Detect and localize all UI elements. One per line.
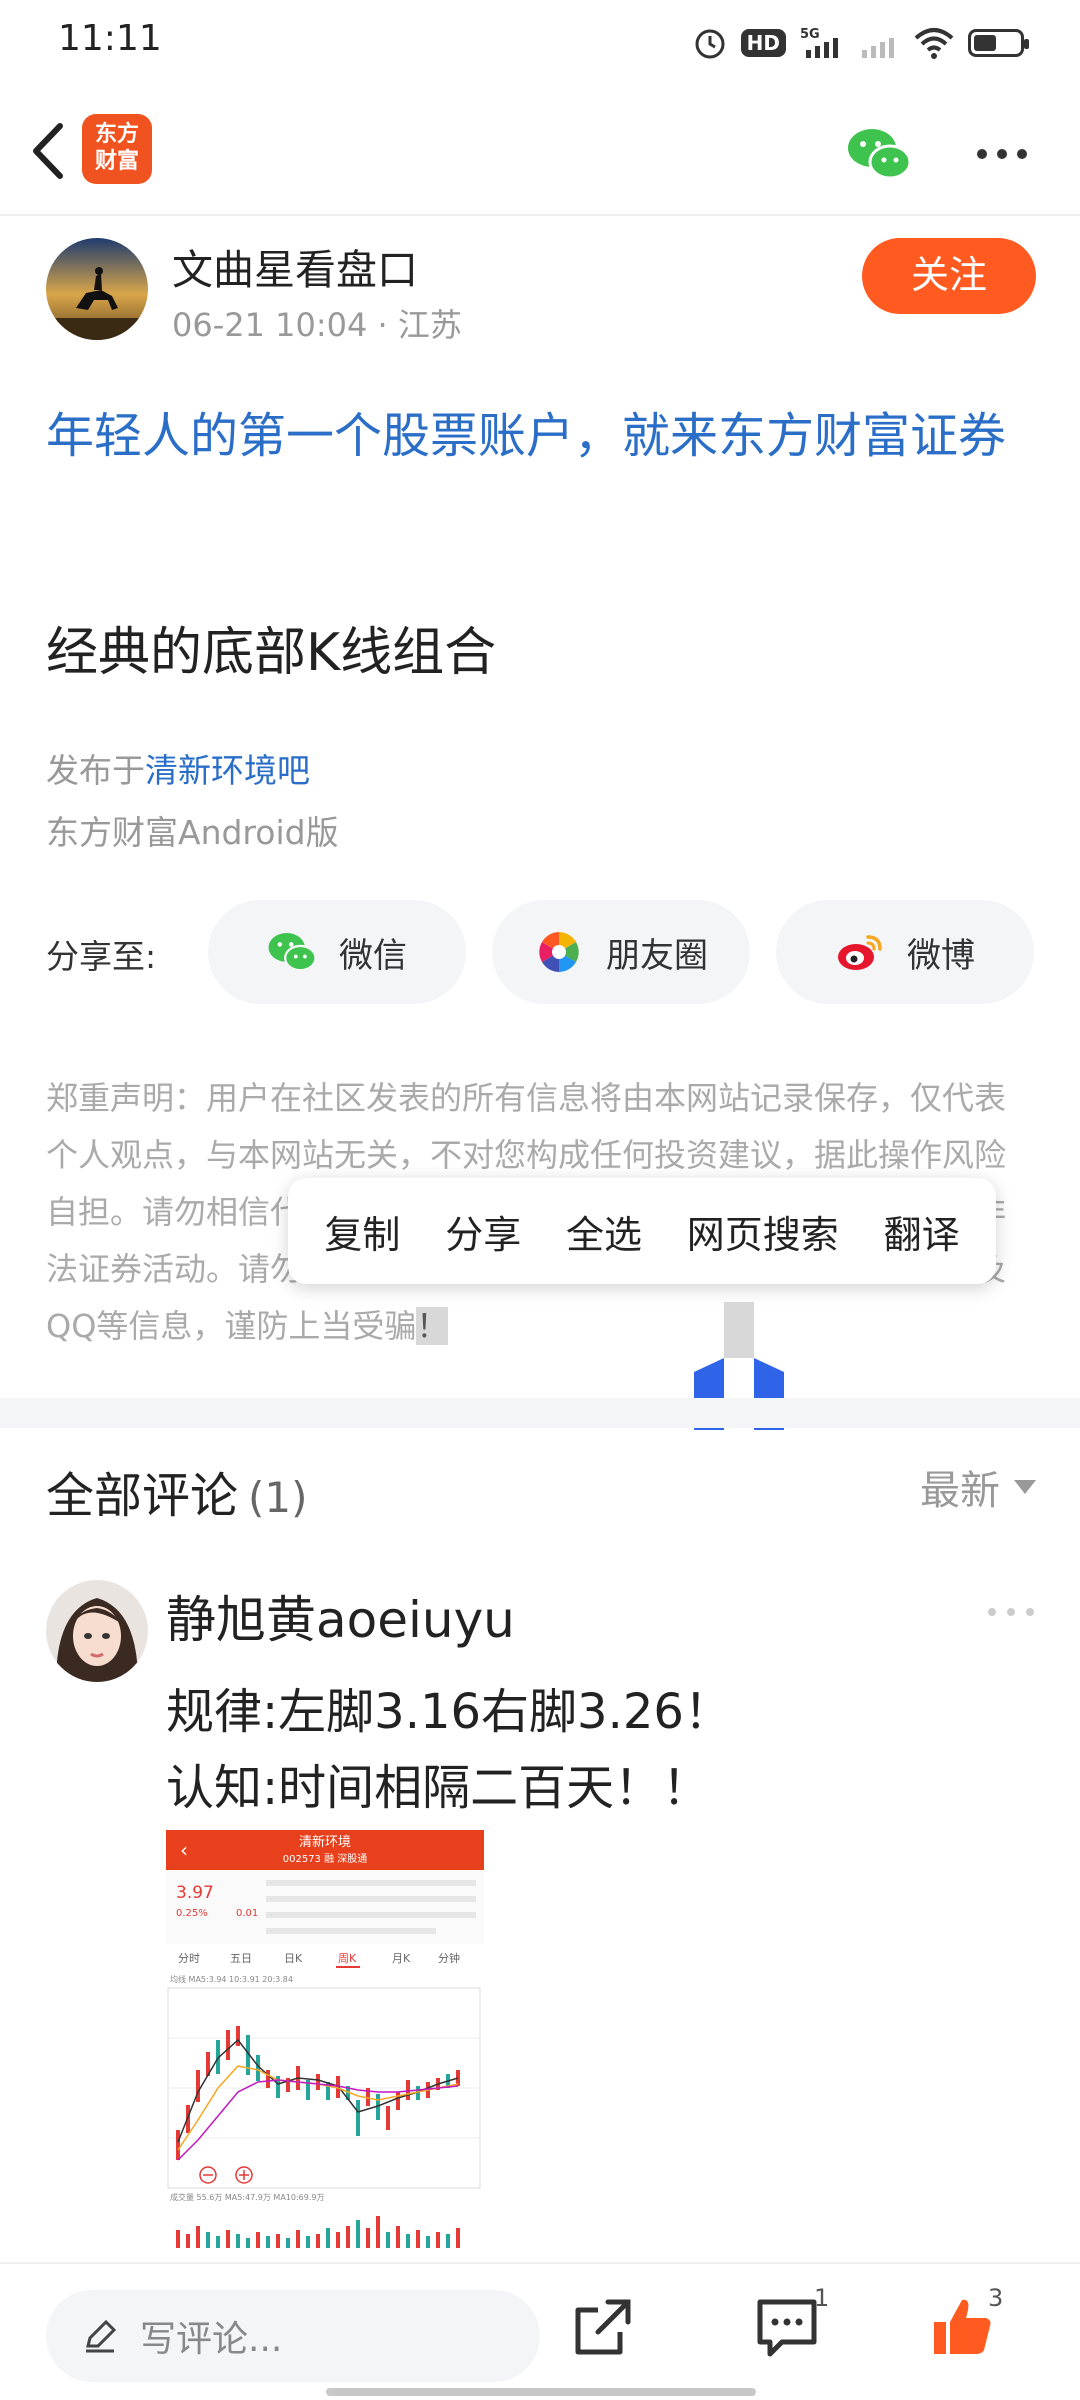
commenter-name[interactable]: 静旭黄aoeiuyu (166, 1580, 515, 1652)
svg-text:‹: ‹ (180, 1838, 188, 1862)
tab-intraday: 分时 (178, 1952, 200, 1965)
stock-name: 清新环境 (299, 1834, 351, 1850)
comments-count: (1) (248, 1473, 308, 1522)
share-label: 分享至: (46, 937, 157, 976)
comments-title: 全部评论 (1) (46, 1456, 308, 1526)
more-dots-icon (988, 1608, 1034, 1616)
stock-chart-screenshot: ‹ 清新环境 002573 融 深股通 3.97 0.25% 0.01 分时 五… (166, 1830, 484, 2250)
menu-web-search[interactable]: 网页搜索 (687, 1204, 839, 1259)
write-comment-placeholder: 写评论... (140, 2319, 283, 2360)
comment-text-line1: 规律:左脚3.16右脚3.26！ (166, 1684, 732, 1740)
comments-header: 全部评论 (1) 最新 (46, 1446, 1036, 1526)
ma-label: 均线 MA5:3.94 10:3.91 20:3.84 (170, 1974, 293, 1984)
comment-more-button[interactable] (986, 1602, 1036, 1622)
wechat-icon (267, 927, 317, 977)
stock-change: 0.01 (236, 1908, 258, 1919)
logo-text-1: 东方 (94, 122, 139, 147)
commenter-avatar[interactable] (46, 1580, 148, 1682)
tab-monthly: 月K (392, 1952, 411, 1965)
follow-button[interactable]: 关注 (862, 238, 1036, 314)
stock-code: 002573 融 深股通 (283, 1853, 368, 1865)
share-moments-button[interactable]: 朋友圈 (492, 900, 750, 1004)
share-icon (575, 2299, 631, 2355)
menu-select-all[interactable]: 全选 (566, 1204, 642, 1259)
share-button[interactable] (568, 2292, 638, 2362)
logo-text-2: 财富 (94, 149, 139, 174)
account-promo-link[interactable]: 年轻人的第一个股票账户，就来东方财富证券 (46, 398, 1036, 474)
sort-dropdown[interactable]: 最新 (920, 1458, 1036, 1516)
menu-translate[interactable]: 翻译 (884, 1204, 960, 1259)
signal-2-icon (860, 26, 900, 60)
tab-daily: 日K (284, 1952, 303, 1965)
status-bar: 11:11 HD 5G (0, 0, 1080, 86)
app-logo[interactable]: 东方 财富 (82, 114, 152, 184)
text-selection-menu: 复制 分享 全选 网页搜索 翻译 (288, 1178, 996, 1284)
moments-icon (534, 927, 584, 977)
comments-title-text: 全部评论 (46, 1468, 239, 1524)
share-row: 分享至: 微信 朋友圈 微博 (46, 900, 1036, 1004)
wifi-icon (914, 26, 954, 60)
bottom-action-bar: 写评论... 1 3 (0, 2262, 1080, 2400)
stock-change-pct: 0.25% (176, 1908, 208, 1919)
svg-text:5G: 5G (800, 27, 820, 42)
more-dots-icon (977, 149, 1027, 159)
comment-image[interactable]: ‹ 清新环境 002573 融 深股通 3.97 0.25% 0.01 分时 五… (166, 1830, 484, 2250)
back-button[interactable] (22, 118, 82, 184)
disclaimer-selected-text[interactable]: ！ (416, 1307, 449, 1345)
bar-link[interactable]: 清新环境吧 (145, 751, 310, 790)
alarm-icon (693, 26, 727, 60)
meta-dot: · (377, 306, 398, 344)
client-label: 东方财富Android版 (46, 813, 339, 852)
share-weibo-button[interactable]: 微博 (776, 900, 1034, 1004)
post-title: 经典的底部K线组合 (46, 623, 497, 683)
volume-label: 成交量 55.6万 MA5:47.9万 MA10:69.9万 (170, 2192, 324, 2202)
tab-minute: 分钟 (438, 1951, 460, 1965)
menu-copy[interactable]: 复制 (324, 1204, 400, 1259)
share-weibo-label: 微博 (907, 935, 975, 976)
author-name[interactable]: 文曲星看盘口 (172, 236, 418, 296)
signal-5g-icon: 5G (800, 26, 846, 60)
wechat-share-button[interactable] (846, 126, 912, 182)
sort-label: 最新 (920, 1468, 1000, 1514)
post-date: 06-21 10:04 (172, 306, 368, 344)
status-icons: HD 5G (693, 22, 1029, 64)
comment-text-line2: 认知:时间相隔二百天！！ (166, 1760, 711, 1816)
author-location: 江苏 (397, 306, 462, 344)
hd-badge: HD (740, 29, 786, 57)
stock-price: 3.97 (176, 1883, 214, 1903)
comments-button[interactable] (752, 2292, 822, 2362)
wechat-icon (848, 129, 912, 180)
share-moments-label: 朋友圈 (606, 935, 708, 976)
comment-bubble-icon (757, 2299, 817, 2357)
write-comment-input[interactable]: 写评论... (46, 2290, 540, 2382)
weibo-icon (835, 927, 885, 977)
posted-in-prefix: 发布于 (46, 751, 145, 790)
author-avatar[interactable] (46, 238, 148, 340)
back-arrow-icon (33, 123, 63, 179)
caret-down-icon (1014, 1480, 1036, 1494)
author-meta: 06-21 10:04 · 江苏 (172, 300, 462, 346)
share-wechat-button[interactable]: 微信 (208, 900, 466, 1004)
tab-5day: 五日 (230, 1952, 252, 1965)
menu-share[interactable]: 分享 (445, 1204, 521, 1259)
comment-count-badge: 1 (814, 2284, 830, 2312)
top-nav: 东方 财富 (0, 86, 1080, 216)
more-button[interactable] (972, 134, 1032, 174)
section-divider (0, 1398, 1080, 1428)
status-time: 11:11 (58, 18, 162, 59)
posted-in: 发布于清新环境吧 (46, 744, 310, 792)
like-count-badge: 3 (988, 2284, 1004, 2312)
pencil-icon (86, 2319, 117, 2353)
share-wechat-label: 微信 (339, 935, 407, 976)
tab-weekly: 周K (338, 1952, 357, 1965)
home-indicator[interactable] (326, 2388, 756, 2396)
battery-icon (968, 29, 1029, 57)
author-row: 文曲星看盘口 06-21 10:04 · 江苏 关注 (46, 236, 1036, 346)
